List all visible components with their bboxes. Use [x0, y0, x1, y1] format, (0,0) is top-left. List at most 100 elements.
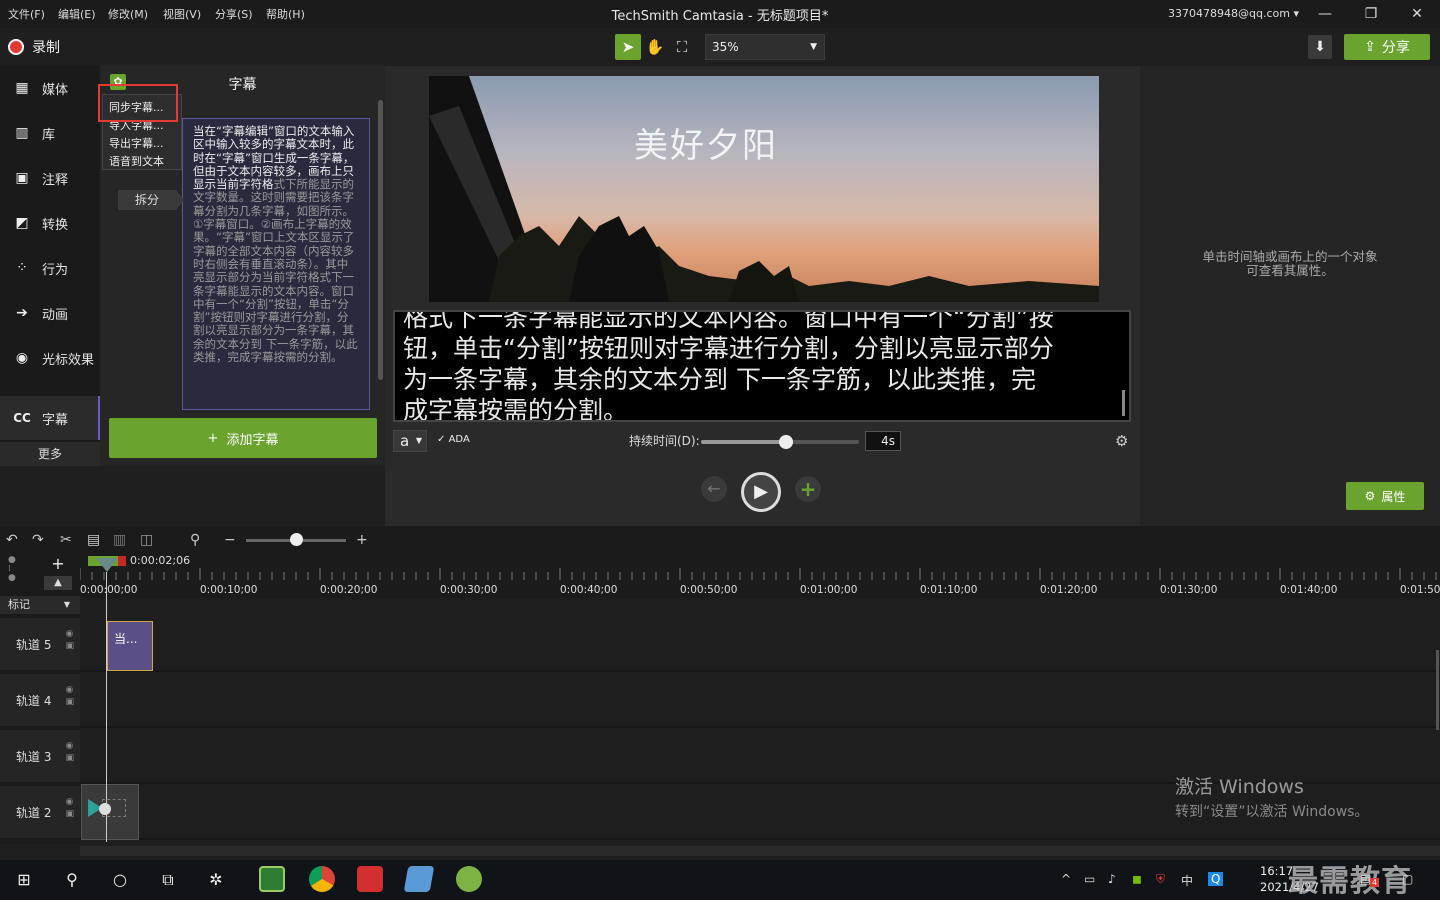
track-height-icon[interactable]: ● ⁞ ●	[8, 556, 16, 583]
chevron-up-icon[interactable]: ▲	[44, 576, 72, 590]
timeline-track-headers: ● ⁞ ● + ▲ 标记 ▼ 轨道 5 ◉ ▣ 轨道 4 ◉ ▣ 轨道 3 ◉ ▣ 轨道 2 ◉ ▣	[0, 554, 80, 844]
action-center-icon[interactable]: ▢	[1402, 872, 1413, 886]
volume-icon[interactable]: ♪	[1108, 872, 1116, 886]
track-row-5[interactable]	[80, 618, 1440, 672]
track-header-3[interactable]: 轨道 3 ◉ ▣	[0, 730, 80, 784]
timeline-scrollbar[interactable]	[80, 846, 1440, 856]
menu-file[interactable]: 文件(F)	[8, 6, 45, 22]
menu-item-speech-to-text[interactable]: 语音到文本	[109, 153, 164, 169]
zoom-in-icon[interactable]: +	[356, 532, 368, 548]
ada-checkbox[interactable]: ✓ ADA	[437, 434, 470, 445]
account-menu[interactable]: 3370478948@qq.com ▾	[1168, 7, 1299, 20]
scrollbar[interactable]	[378, 100, 383, 380]
copy-icon[interactable]: ▤	[87, 532, 100, 548]
sidebar-item-behaviors[interactable]: ⁘ 行为	[0, 246, 100, 290]
sidebar-more-button[interactable]: 更多	[0, 442, 100, 466]
menu-edit[interactable]: 编辑(E)	[58, 6, 96, 22]
eye-lock-icon[interactable]: ◉ ▣	[65, 628, 74, 652]
minimize-icon[interactable]: —	[1310, 4, 1340, 24]
cortana-icon[interactable]: ○	[108, 868, 132, 892]
menu-item-export-captions[interactable]: 导出字幕...	[109, 135, 164, 151]
download-icon[interactable]: ⬇	[1308, 35, 1332, 59]
restore-icon[interactable]: ❐	[1356, 4, 1386, 24]
menu-view[interactable]: 视图(V)	[163, 6, 201, 22]
cut-icon[interactable]: ✂	[60, 532, 72, 548]
pan-hand-icon[interactable]: ✋	[642, 34, 668, 60]
track-header-4[interactable]: 轨道 4 ◉ ▣	[0, 674, 80, 728]
undo-icon[interactable]: ↶	[6, 532, 18, 548]
pinwheel-app-icon[interactable]: ✲	[204, 868, 228, 892]
camtasia-app-icon[interactable]	[259, 866, 285, 892]
paste-icon[interactable]: ▥	[113, 532, 126, 548]
caption-canvas-box[interactable]: 格式下一条字幕能显示的文本内容。窗口中有一个“分割”按 钮，单击“分割”按钮则对…	[393, 310, 1131, 422]
caption-line: 钮，单击“分割”按钮则对字幕进行分割，分割以亮显示部分	[403, 334, 1054, 363]
sidebar-item-captions[interactable]: CC 字幕	[0, 396, 100, 440]
sidebar-item-annotations[interactable]: ▣ 注释	[0, 156, 100, 200]
properties-button[interactable]: ⚙ 属性	[1346, 482, 1424, 510]
check-icon: ✓	[437, 434, 446, 445]
hint-line: 单击时间轴或画布上的一个对象	[1202, 249, 1378, 264]
windows-start-icon[interactable]: ⊞	[12, 868, 36, 892]
close-icon[interactable]: ✕	[1402, 4, 1432, 24]
timeline-vertical-scrollbar[interactable]	[1436, 650, 1439, 730]
add-track-icon[interactable]: +	[44, 556, 72, 572]
nvidia-icon[interactable]: ◼	[1132, 872, 1142, 886]
eye-lock-icon[interactable]: ◉ ▣	[65, 740, 74, 764]
ime-indicator[interactable]: 中	[1181, 872, 1193, 889]
menu-help[interactable]: 帮助(H)	[266, 6, 305, 22]
chevron-down-icon: ▼	[415, 436, 422, 445]
menu-modify[interactable]: 修改(M)	[108, 6, 148, 22]
share-button[interactable]: ⇪ 分享	[1344, 34, 1430, 60]
duration-slider-handle[interactable]	[779, 435, 794, 449]
qq-icon[interactable]: Q	[1208, 872, 1224, 886]
chevron-up-icon[interactable]: ^	[1061, 872, 1071, 886]
sidebar-item-library[interactable]: ▥ 库	[0, 111, 100, 155]
caption-text-editor[interactable]: 当在“字幕编辑”窗口的文本输入区中输入较多的字幕文本时，此时在“字幕”窗口生成一…	[182, 118, 370, 410]
hint-line: 可查看其属性。	[1246, 263, 1334, 278]
menu-share[interactable]: 分享(S)	[215, 6, 253, 22]
split-clip-icon[interactable]: ◫	[140, 532, 153, 548]
crop-icon[interactable]: ⛶	[669, 34, 695, 60]
timeline-zoom-handle[interactable]	[290, 533, 303, 546]
sidebar-item-media[interactable]: ▦ 媒体	[0, 66, 100, 110]
play-caption-icon[interactable]: ▶	[741, 472, 781, 512]
track-label: 轨道 2	[16, 806, 52, 820]
wps-app-icon[interactable]	[357, 866, 383, 892]
track-header-5[interactable]: 轨道 5 ◉ ▣	[0, 618, 80, 672]
eye-lock-icon[interactable]: ◉ ▣	[65, 684, 74, 708]
duration-input[interactable]: 4s	[865, 431, 901, 451]
record-button[interactable]: 录制	[8, 36, 60, 58]
select-tool-icon[interactable]: ➤	[615, 34, 641, 60]
melon-app-icon[interactable]	[456, 866, 482, 892]
duration-slider[interactable]	[701, 435, 859, 449]
previous-caption-icon[interactable]: ←	[701, 476, 727, 502]
notepad-app-icon[interactable]	[403, 866, 435, 892]
zoom-select[interactable]: 35% ▼	[705, 34, 825, 60]
scrollbar[interactable]	[1122, 390, 1125, 416]
add-next-caption-icon[interactable]: +	[795, 476, 821, 502]
gear-icon[interactable]: ⚙	[1115, 432, 1128, 450]
sidebar-item-animations[interactable]: ➔ 动画	[0, 291, 100, 335]
chrome-app-icon[interactable]	[309, 866, 335, 892]
redo-icon[interactable]: ↷	[32, 532, 44, 548]
video-preview[interactable]: 美好夕阳	[429, 76, 1099, 302]
split-button[interactable]: 拆分	[118, 190, 176, 210]
playhead-range-end[interactable]	[118, 556, 126, 566]
search-icon[interactable]: ⚲	[60, 868, 84, 892]
network-icon[interactable]: ▭	[1084, 872, 1095, 886]
font-format-button[interactable]: a ▼	[393, 430, 427, 452]
sidebar-item-transitions[interactable]: ◩ 转换	[0, 201, 100, 245]
zoom-out-icon[interactable]: −	[224, 532, 236, 548]
security-icon[interactable]: ⛨	[1156, 872, 1165, 887]
marker-track[interactable]: 标记 ▼	[0, 596, 80, 614]
caption-clip[interactable]: 当...	[107, 621, 153, 671]
track-row-4[interactable]	[80, 674, 1440, 728]
search-icon[interactable]: ⚲	[190, 532, 200, 548]
sidebar-item-cursor-effects[interactable]: ◉ 光标效果	[0, 336, 100, 380]
annotation-highlight-box	[98, 84, 178, 122]
track-header-2[interactable]: 轨道 2 ◉ ▣	[0, 786, 80, 840]
add-caption-button[interactable]: + 添加字幕	[109, 418, 377, 458]
timeline-ruler[interactable]: 0:00:02;06 0:00:00;00 0:00:10;00 0:00:20;0…	[80, 554, 1440, 598]
eye-lock-icon[interactable]: ◉ ▣	[65, 796, 74, 820]
task-view-icon[interactable]: ⧉	[156, 868, 180, 892]
